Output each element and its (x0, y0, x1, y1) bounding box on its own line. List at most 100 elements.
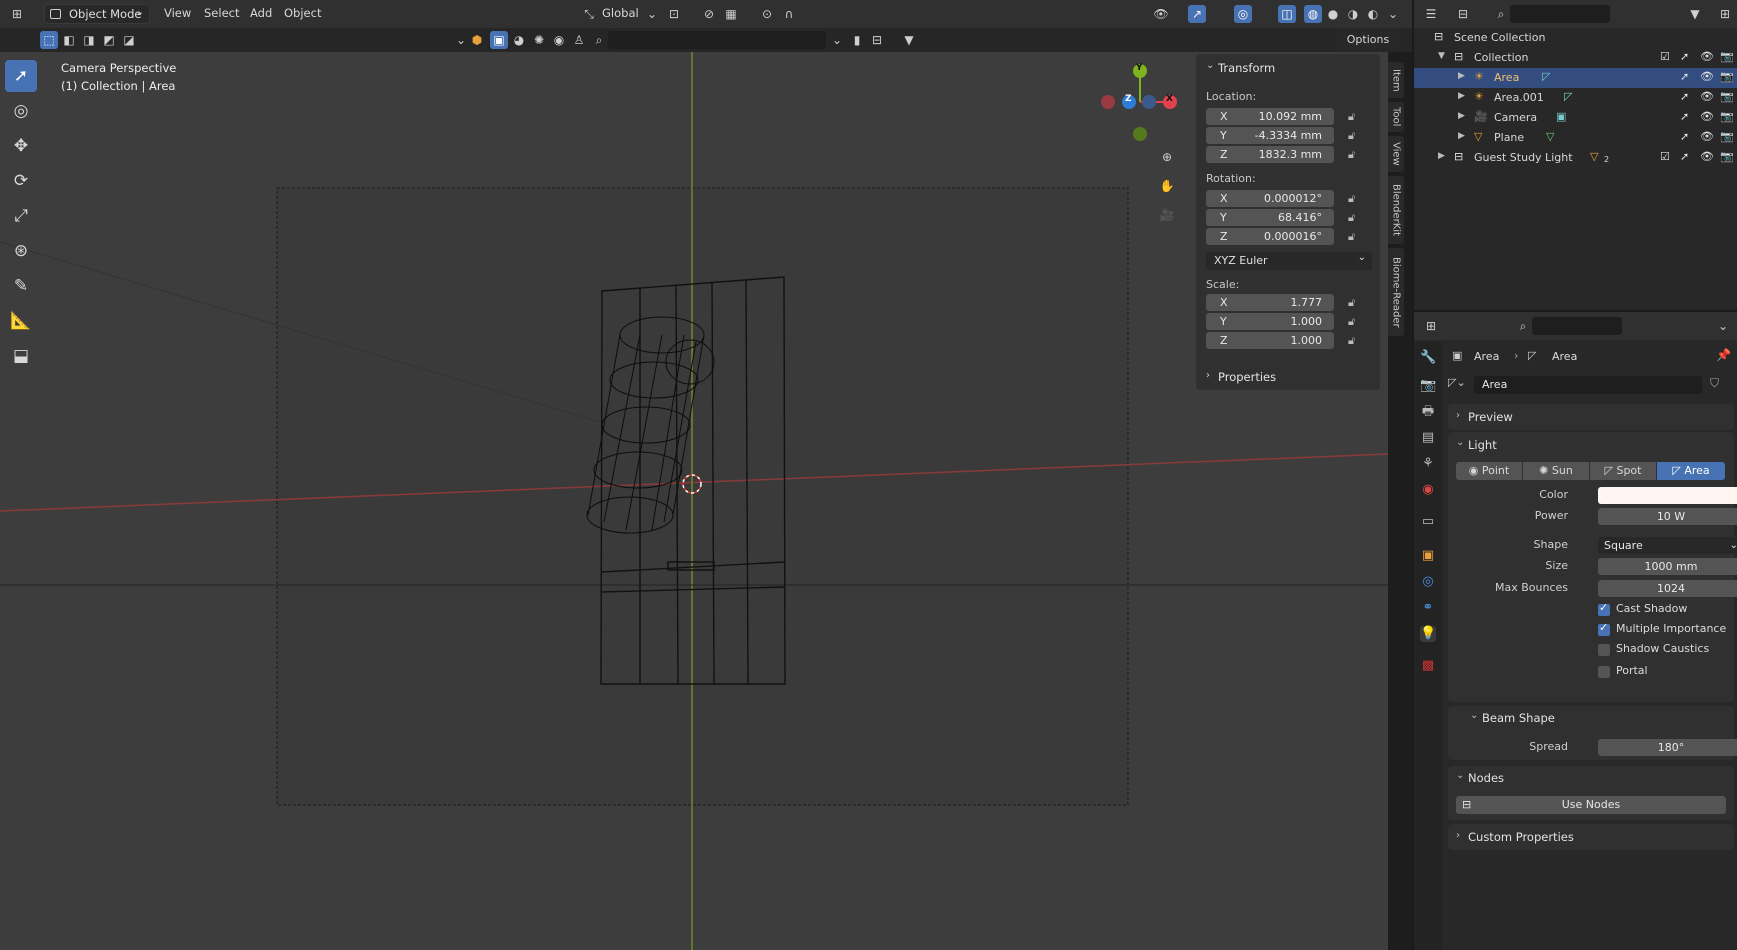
camera-render-icon[interactable]: 📷 (1720, 90, 1734, 103)
measure-tool-icon[interactable]: 📐 (5, 305, 37, 337)
rotation-mode-dropdown[interactable]: XYZ Euler ⌄ (1206, 252, 1372, 270)
outliner-row-collection[interactable]: ▼ ⊟ Collection ☑ ➚ 👁 📷 (1414, 48, 1737, 68)
lock-icon[interactable]: 🔓︎ (1348, 192, 1360, 205)
camera-render-icon[interactable]: 📷 (1720, 130, 1734, 143)
lock-icon[interactable]: 🔓︎ (1348, 148, 1360, 161)
select-extend-icon[interactable]: ◧ (60, 31, 78, 49)
lock-icon[interactable]: 🔓︎ (1348, 211, 1360, 224)
camera-render-icon[interactable]: 📷 (1720, 150, 1734, 163)
proportional-edit-icon[interactable]: ⊙ (758, 5, 776, 23)
menu-add[interactable]: Add (250, 6, 272, 20)
rendered-shading-icon[interactable]: ◐ (1364, 5, 1382, 23)
3d-viewport[interactable]: Y Z X ⊕ ✋ 🎥 (0, 52, 1388, 950)
select-tool-icon[interactable]: ➚ (5, 60, 37, 92)
light-type-sun[interactable]: ✺ Sun (1523, 462, 1589, 480)
fake-user-shield-icon[interactable]: ⛉ (1710, 376, 1719, 391)
location-y-field[interactable]: Y -4.3334 mm (1206, 127, 1334, 144)
chevron-right-icon[interactable]: ▶ (1458, 91, 1465, 101)
checkbox-icon[interactable]: ☑ (1660, 150, 1670, 163)
collection-tab-icon[interactable]: ▭ (1420, 514, 1436, 530)
datablock-browse-icon[interactable]: ◸⌄ (1448, 376, 1476, 394)
annotate-tool-icon[interactable]: ✎ (5, 270, 37, 302)
outliner-row-camera[interactable]: ▶ 🎥 Camera ▣ ➚ 👁 📷 (1414, 108, 1737, 128)
properties-search-input[interactable] (1532, 317, 1622, 335)
scale-tool-icon[interactable]: ⤢ (5, 200, 37, 232)
outliner-row-plane[interactable]: ▶ ▽ Plane ▽ ➚ 👁 📷 (1414, 128, 1737, 148)
tab-blenderkit[interactable]: BlenderKit (1388, 176, 1404, 244)
tab-biome-reader[interactable]: Biome-Reader (1388, 248, 1404, 336)
select-arrow-icon[interactable]: ➚ (1680, 90, 1689, 103)
camera-view-icon[interactable]: 🎥 (1158, 206, 1176, 224)
size-field[interactable]: 1000 mm (1598, 558, 1737, 575)
light-type-area[interactable]: ◸ Area (1657, 462, 1725, 480)
eye-icon[interactable]: 👁 (1700, 110, 1714, 123)
lock-icon[interactable]: 🔓︎ (1348, 110, 1360, 123)
properties-subpanel[interactable]: › Properties (1196, 364, 1380, 390)
filter-icon[interactable]: ▼ (900, 31, 918, 49)
orientation-dropdown[interactable]: Global (602, 6, 639, 20)
camera-render-icon[interactable]: 📷 (1720, 70, 1734, 83)
scene-tab-icon[interactable]: ⚘ (1420, 456, 1436, 472)
tab-item[interactable]: Item (1388, 62, 1404, 98)
search-input[interactable] (608, 31, 826, 49)
light-type-spot[interactable]: ◸ Spot (1590, 462, 1656, 480)
select-box-mode-icon[interactable]: ⬚ (40, 31, 58, 49)
chevron-right-icon[interactable]: ▶ (1458, 111, 1465, 121)
chevron-right-icon[interactable]: ▶ (1458, 131, 1465, 141)
select-subtract-icon[interactable]: ◨ (80, 31, 98, 49)
scale-z-field[interactable]: Z 1.000 (1206, 332, 1334, 349)
rotation-x-field[interactable]: X 0.000012° (1206, 190, 1334, 207)
visibility-icon[interactable]: 👁 (1152, 5, 1170, 23)
rotate-tool-icon[interactable]: ⟳ (5, 165, 37, 197)
solid-shading-icon[interactable]: ● (1324, 5, 1342, 23)
checkbox-icon[interactable]: ☑ (1660, 50, 1670, 63)
select-invert-icon[interactable]: ◩ (100, 31, 118, 49)
color-swatch[interactable] (1598, 487, 1737, 504)
snap-icon[interactable]: ⊘ (700, 5, 718, 23)
light-type-point[interactable]: ◉ Point (1456, 462, 1522, 480)
select-arrow-icon[interactable]: ➚ (1680, 110, 1689, 123)
filter-curve-icon[interactable]: ◕ (510, 31, 528, 49)
constraints-tab-icon[interactable]: ⚭ (1420, 600, 1436, 616)
outliner-row-guest-study-light[interactable]: ▶ ⊟ Guest Study Light ▽ 2 ☑ ➚ 👁 📷 (1414, 148, 1737, 168)
transform-tool-icon[interactable]: ⊛ (5, 235, 37, 267)
lock-icon[interactable]: 🔓︎ (1348, 315, 1360, 328)
xray-icon[interactable]: ◫ (1278, 5, 1296, 23)
bookmark-icon[interactable]: ▮ (848, 31, 866, 49)
gizmo-icon[interactable]: ↗ (1188, 5, 1206, 23)
snap-grid-icon[interactable]: ▦ (722, 5, 740, 23)
select-arrow-icon[interactable]: ➚ (1680, 150, 1689, 163)
view-layer-tab-icon[interactable]: ▤ (1420, 430, 1436, 446)
outliner-row-scene-collection[interactable]: ⊟ Scene Collection (1414, 28, 1737, 48)
custom-properties-panel[interactable]: › Custom Properties (1448, 824, 1734, 850)
tool-tab-icon[interactable]: 🔧 (1420, 350, 1436, 366)
new-collection-icon[interactable]: ⊞ (1716, 5, 1734, 23)
shape-dropdown[interactable]: Square ⌄ (1598, 537, 1737, 554)
display-mode-icon[interactable]: ⊟ (1454, 5, 1472, 23)
filter-icon[interactable]: ▼ (1686, 5, 1704, 23)
max-bounces-field[interactable]: 1024 (1598, 580, 1737, 597)
lock-icon[interactable]: 🔓︎ (1348, 230, 1360, 243)
select-arrow-icon[interactable]: ➚ (1680, 50, 1689, 63)
filter-camera-icon[interactable]: ◉ (550, 31, 568, 49)
power-field[interactable]: 10 W (1598, 508, 1737, 525)
shadow-caustics-checkbox[interactable] (1598, 644, 1610, 656)
zoom-icon[interactable]: ⊕ (1158, 148, 1176, 166)
texture-tab-icon[interactable]: ▩ (1420, 658, 1436, 674)
eye-icon[interactable]: 👁 (1700, 90, 1714, 103)
object-tab-icon[interactable]: ▣ (1420, 548, 1436, 564)
select-arrow-icon[interactable]: ➚ (1680, 70, 1689, 83)
editor-type-icon[interactable]: ⊞ (8, 5, 26, 23)
add-cube-tool-icon[interactable]: ⬓ (5, 340, 37, 372)
chevron-right-icon[interactable]: ▶ (1458, 71, 1465, 81)
material-shading-icon[interactable]: ◑ (1344, 5, 1362, 23)
falloff-icon[interactable]: ∩ (780, 5, 798, 23)
use-nodes-button[interactable]: ⊟ Use Nodes (1456, 796, 1726, 814)
camera-render-icon[interactable]: 📷 (1720, 50, 1734, 63)
filter-light-icon[interactable]: ✺ (530, 31, 548, 49)
overlay-icon[interactable]: ◎ (1234, 5, 1252, 23)
chevron-down-icon[interactable]: ⌄ (1456, 770, 1464, 781)
editor-type-icon[interactable]: ⊞ (1422, 317, 1440, 335)
object-type-icon[interactable]: ⬢ (468, 31, 486, 49)
outliner-search-input[interactable] (1510, 5, 1610, 23)
